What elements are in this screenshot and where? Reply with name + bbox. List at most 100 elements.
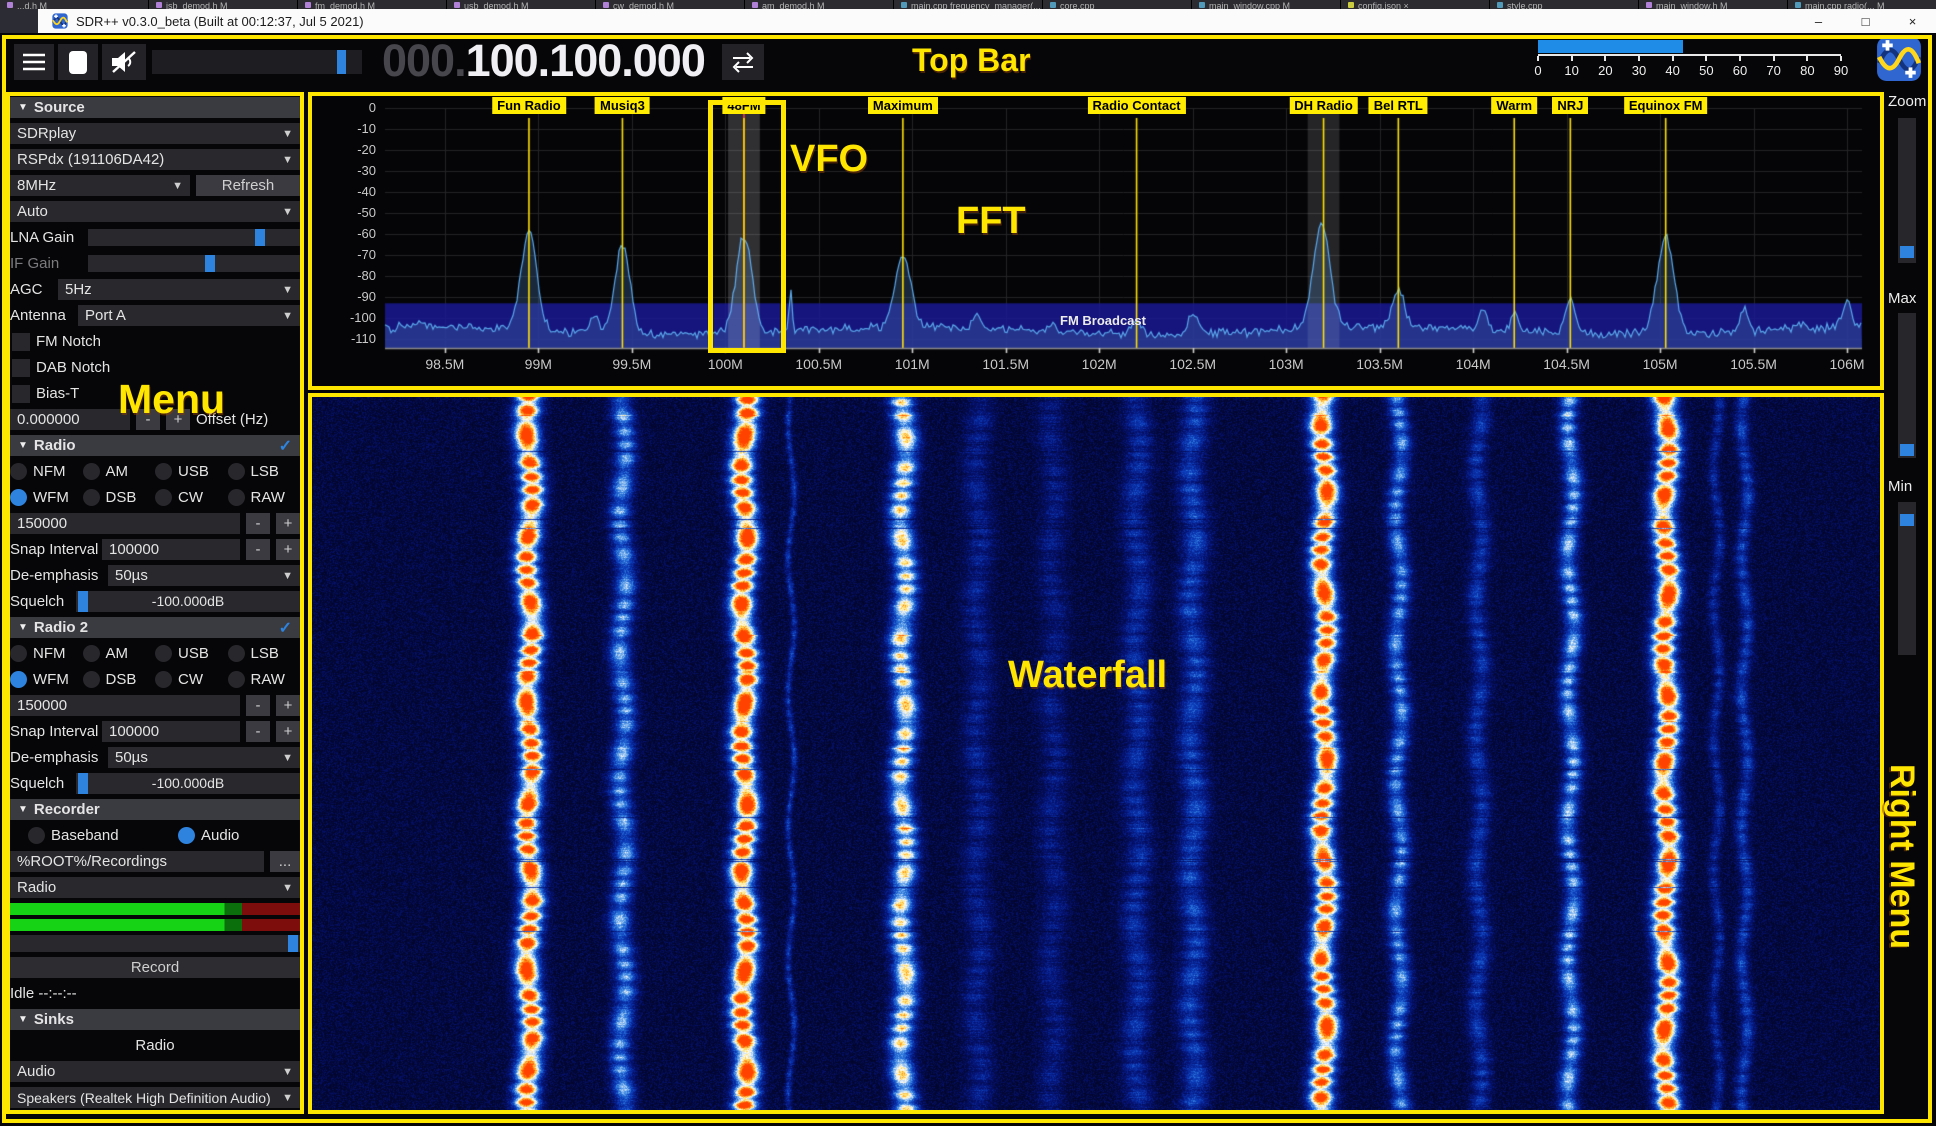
squelch-slider[interactable]: -100.000dB: [76, 591, 300, 612]
bookmark-label[interactable]: NRJ: [1552, 97, 1588, 114]
radio-dot[interactable]: [228, 645, 245, 662]
scale-bar[interactable]: [1538, 40, 1841, 53]
radio-dot[interactable]: [228, 463, 245, 480]
volume-slider[interactable]: [152, 50, 362, 74]
recorder-section-header[interactable]: ▼Recorder: [10, 799, 300, 820]
editor-tab[interactable]: fm_demod.h M: [298, 0, 447, 9]
minimize-button[interactable]: –: [1795, 9, 1842, 33]
zoom-slider[interactable]: [1898, 118, 1916, 263]
maximize-button[interactable]: □: [1842, 9, 1889, 33]
radio-dot[interactable]: [83, 671, 100, 688]
editor-tab[interactable]: main_window.cpp M: [1192, 0, 1341, 9]
mode-raw[interactable]: RAW: [228, 487, 301, 508]
bookmark-label[interactable]: Musiq3: [595, 97, 650, 114]
slider-handle[interactable]: [205, 255, 215, 272]
mute-button[interactable]: [102, 44, 146, 80]
recorder-mode-audio[interactable]: Audio: [178, 827, 239, 844]
if-gain-slider[interactable]: [88, 255, 300, 272]
browse-button[interactable]: ...: [270, 851, 300, 872]
slider-handle[interactable]: [255, 229, 265, 246]
radio-dot[interactable]: [155, 489, 172, 506]
bookmark-label[interactable]: Equinox FM: [1624, 97, 1708, 114]
source-section-header[interactable]: ▼Source: [10, 97, 300, 118]
mode-lsb[interactable]: LSB: [228, 461, 301, 482]
squelch2-slider[interactable]: -100.000dB: [76, 773, 300, 794]
enabled-check-icon[interactable]: ✓: [279, 436, 292, 456]
offset-minus-button[interactable]: -: [136, 409, 160, 430]
slider-handle[interactable]: [1900, 444, 1914, 456]
bias-t-checkbox[interactable]: [12, 385, 30, 403]
mode2-nfm[interactable]: NFM: [10, 643, 83, 664]
editor-tab[interactable]: isb_demod.h M: [149, 0, 298, 9]
radio-dot[interactable]: [10, 645, 27, 662]
editor-tab[interactable]: style.cpp: [1490, 0, 1639, 9]
source-device-select[interactable]: RSPdx (191106DA42)▼: [10, 149, 300, 170]
close-button[interactable]: ×: [1889, 9, 1936, 33]
snap-interval2-input[interactable]: 100000: [102, 721, 240, 742]
bandwidth-select[interactable]: 8MHz▼: [10, 175, 190, 196]
snap-interval-input[interactable]: 100000: [102, 539, 240, 560]
recorder-volume-slider[interactable]: [10, 935, 300, 952]
offset-plus-button[interactable]: +: [166, 409, 190, 430]
radio-dot-selected[interactable]: [10, 489, 27, 506]
menu-toggle-button[interactable]: [14, 44, 54, 80]
recorder-stream-select[interactable]: Radio▼: [10, 877, 300, 898]
bookmark-label[interactable]: Maximum: [868, 97, 938, 114]
radio-dot[interactable]: [83, 645, 100, 662]
slider-handle[interactable]: [1900, 246, 1914, 258]
lna-gain-slider[interactable]: [88, 229, 300, 246]
max-slider[interactable]: [1898, 313, 1916, 458]
radio-dot-selected[interactable]: [10, 671, 27, 688]
antenna-select[interactable]: Port A▼: [78, 305, 300, 326]
if-mode-select[interactable]: Auto▼: [10, 201, 300, 222]
sink-type-select[interactable]: Audio▼: [10, 1061, 300, 1082]
radio-dot[interactable]: [155, 645, 172, 662]
waterfall-canvas[interactable]: [310, 393, 1882, 1114]
editor-tab[interactable]: config.json ×: [1341, 0, 1490, 9]
bookmark-label[interactable]: Fun Radio: [492, 97, 566, 114]
display-scale[interactable]: 0102030405060708090: [1538, 40, 1841, 80]
radio-dot[interactable]: [10, 463, 27, 480]
bandwidth-plus-button[interactable]: +: [276, 513, 300, 534]
editor-tab[interactable]: cw_demod.h M: [596, 0, 745, 9]
editor-tab[interactable]: core.cpp: [1043, 0, 1192, 9]
slider-handle[interactable]: [1900, 514, 1914, 526]
radio-dot[interactable]: [228, 671, 245, 688]
radio-section-header[interactable]: ▼Radio✓: [10, 435, 300, 456]
mode-usb[interactable]: USB: [155, 461, 228, 482]
mode2-am[interactable]: AM: [83, 643, 156, 664]
bandwidth-plus-button[interactable]: +: [276, 695, 300, 716]
mode2-raw[interactable]: RAW: [228, 669, 301, 690]
editor-tab[interactable]: main.cpp frequency_manager(... M: [894, 0, 1043, 9]
bookmark-label[interactable]: Bel RTL: [1369, 97, 1428, 114]
sink-device-select[interactable]: Speakers (Realtek High Definition Audio)…: [10, 1087, 300, 1108]
fft-display[interactable]: FM Broadcast Fun RadioMusiq348FMMaximumR…: [310, 92, 1882, 390]
bookmark-label[interactable]: 48FM: [722, 97, 765, 114]
mode-dsb[interactable]: DSB: [83, 487, 156, 508]
radio-dot-selected[interactable]: [178, 827, 195, 844]
mode-cw[interactable]: CW: [155, 487, 228, 508]
fm-notch-checkbox[interactable]: [12, 333, 30, 351]
snap-plus-button[interactable]: +: [276, 721, 300, 742]
sinks-section-header[interactable]: ▼Sinks: [10, 1009, 300, 1030]
frequency-dim-digits[interactable]: 000.: [382, 35, 466, 86]
tuning-mode-button[interactable]: [722, 44, 764, 80]
bookmark-label[interactable]: Radio Contact: [1088, 97, 1186, 114]
deemphasis-select[interactable]: 50µs▼: [108, 565, 300, 586]
dab-notch-checkbox[interactable]: [12, 359, 30, 377]
mode-am[interactable]: AM: [83, 461, 156, 482]
radio-dot[interactable]: [28, 827, 45, 844]
radio-dot[interactable]: [83, 489, 100, 506]
stop-button[interactable]: [58, 44, 98, 80]
slider-handle[interactable]: [288, 935, 298, 952]
record-button[interactable]: Record: [10, 957, 300, 978]
radio2-bandwidth-input[interactable]: 150000: [10, 695, 240, 716]
radio-dot[interactable]: [155, 463, 172, 480]
bandwidth-minus-button[interactable]: -: [246, 513, 270, 534]
enabled-check-icon[interactable]: ✓: [279, 618, 292, 638]
offset-input[interactable]: 0.000000: [10, 409, 130, 430]
recording-path-input[interactable]: %ROOT%/Recordings: [10, 851, 264, 872]
frequency-display[interactable]: 000.100.100.000: [382, 34, 705, 88]
source-driver-select[interactable]: SDRplay▼: [10, 123, 300, 144]
refresh-button[interactable]: Refresh: [196, 175, 300, 196]
